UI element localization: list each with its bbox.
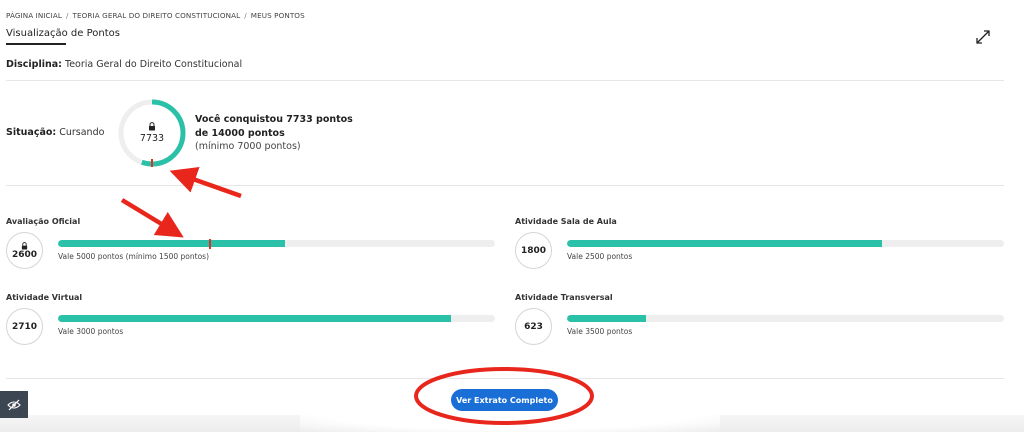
activity-progress-fill [567, 315, 646, 322]
activity-progress-bar [58, 315, 495, 322]
activity-note: Vale 3500 pontos [567, 327, 633, 336]
discipline-label: Disciplina: [6, 59, 62, 70]
view-full-statement-button[interactable]: Ver Extrato Completo [451, 389, 558, 411]
activity-points-value: 2600 [11, 249, 38, 260]
breadcrumb-item-discipline[interactable]: TEORIA GERAL DO DIREITO CONSTITUCIONAL [73, 11, 241, 20]
footer-shadow [0, 415, 1024, 432]
activity-progress-bar [58, 240, 495, 247]
title-underline [6, 43, 66, 45]
activity-points-circle: 2710 [6, 308, 43, 345]
breadcrumb-item-home[interactable]: PÁGINA INICIAL [6, 11, 62, 20]
activity-note: Vale 3000 pontos [58, 327, 124, 336]
situation-line: Situação: Cursando [6, 127, 104, 138]
total-points-value: 7733 [139, 133, 165, 144]
activity-label-virtual: Atividade Virtual [6, 293, 83, 302]
breadcrumb-separator: / [66, 11, 69, 20]
activity-progress-fill [567, 240, 882, 247]
lock-icon [149, 122, 155, 131]
summary-line-total: de 14000 pontos [195, 127, 285, 139]
summary-line-minimum: (mínimo 7000 pontos) [195, 141, 301, 152]
annotation-arrow [120, 198, 184, 238]
situation-value: Cursando [59, 127, 105, 138]
discipline-line: Disciplina: Teoria Geral do Direito Cons… [6, 59, 242, 70]
activity-points-circle: 623 [515, 308, 552, 345]
activity-note: Vale 5000 pontos (mínimo 1500 pontos) [58, 252, 209, 261]
activity-points-value: 1800 [520, 245, 547, 256]
page-title: Visualização de Pontos [6, 28, 120, 39]
breadcrumb-separator: / [244, 11, 247, 20]
activity-minimum-marker [209, 238, 212, 249]
situation-label: Situação: [6, 127, 57, 138]
activity-note: Vale 2500 pontos [567, 252, 633, 261]
activity-progress-bar [567, 315, 1004, 322]
activity-progress-fill [58, 315, 452, 322]
divider [6, 185, 1004, 186]
activity-points-circle: 2600 [6, 232, 43, 269]
activity-label-transversal: Atividade Transversal [515, 293, 613, 302]
donut-center: 7733 [118, 99, 186, 167]
divider [6, 80, 1004, 81]
activity-progress-fill [58, 240, 286, 247]
activity-progress-bar [567, 240, 1004, 247]
activity-points-circle: 1800 [515, 232, 552, 269]
expand-arrows-icon[interactable] [975, 29, 991, 45]
activity-points-value: 623 [524, 321, 543, 332]
divider [6, 378, 1004, 379]
activity-label-avaliacao-oficial: Avaliação Oficial [6, 217, 81, 226]
lock-icon [21, 241, 28, 249]
eye-off-icon[interactable] [0, 391, 28, 418]
activity-points-value: 2710 [11, 321, 38, 332]
breadcrumb: PÁGINA INICIAL / TEORIA GERAL DO DIREITO C… [6, 11, 305, 20]
activity-label-sala-de-aula: Atividade Sala de Aula [515, 217, 617, 226]
breadcrumb-item-my-points: MEUS PONTOS [250, 11, 305, 20]
points-summary: Você conquistou 7733 pontos de 14000 pon… [195, 113, 353, 154]
summary-line-achieved: Você conquistou 7733 pontos [195, 114, 353, 125]
discipline-value: Teoria Geral do Direito Constitucional [65, 59, 243, 70]
